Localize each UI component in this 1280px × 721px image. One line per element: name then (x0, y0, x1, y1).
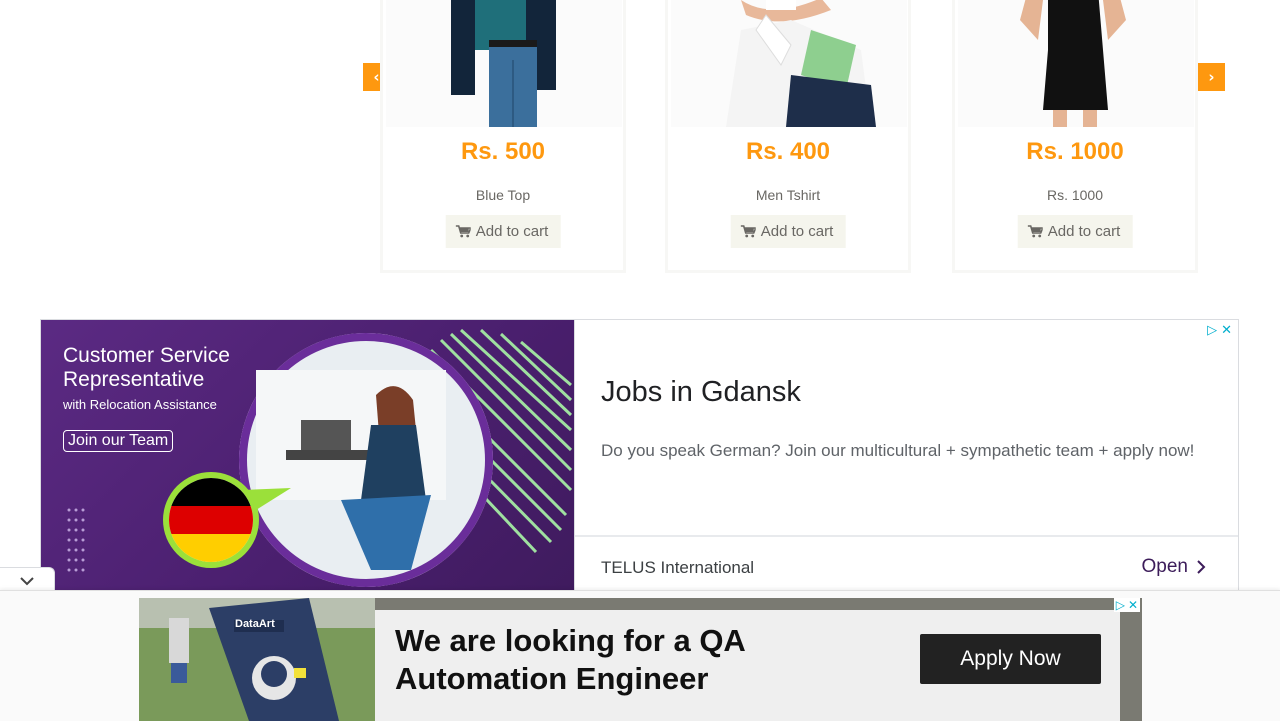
product-price: Rs. 500 (460, 138, 546, 165)
apply-now-button[interactable]: Apply Now (920, 634, 1101, 684)
add-to-cart-button[interactable]: Add to cart (445, 215, 561, 248)
adchoices-play-icon[interactable]: ▷ (1116, 598, 1125, 612)
product-image (958, 0, 1194, 127)
product-price: Rs. 400 (745, 138, 831, 165)
product-name: Rs. 1000 (1046, 187, 1104, 203)
ad-message-panel[interactable]: We are looking for a QA Automation Engin… (375, 610, 1120, 721)
divider (575, 535, 1238, 537)
ad-photo[interactable]: DataArt (139, 598, 375, 721)
jobs-ad-banner[interactable]: Customer Service Representative with Rel… (40, 319, 1239, 591)
chevron-left-icon: ‹ (373, 68, 380, 86)
chevron-right-icon: › (1208, 68, 1215, 86)
product-image (671, 0, 907, 127)
ad-text-panel[interactable]: ▷ ✕ Jobs in Gdansk Do you speak German? … (574, 320, 1238, 590)
adchoices-controls[interactable]: ▷ ✕ (1113, 598, 1140, 612)
adchoices-controls[interactable]: ▷ ✕ (1207, 322, 1232, 338)
product-name: Men Tshirt (755, 187, 821, 203)
add-to-cart-button[interactable]: Add to cart (730, 215, 846, 248)
chevron-down-icon (20, 577, 34, 586)
close-ad-icon[interactable]: ✕ (1128, 598, 1138, 612)
ad-image[interactable]: Customer Service Representative with Rel… (41, 320, 574, 590)
carousel-next-button[interactable]: › (1198, 63, 1225, 91)
ad-body: Do you speak German? Join our multicultu… (601, 441, 1195, 460)
ad-photo-brand: DataArt (235, 618, 275, 630)
product-card: Rs. 1000 Rs. 1000 Add to cart (952, 0, 1198, 273)
product-name: Blue Top (475, 187, 531, 203)
ad-image-title: Customer Service Representative (63, 344, 230, 391)
product-price: Rs. 1000 (1026, 138, 1124, 165)
open-ad-button[interactable]: Open (1142, 556, 1206, 578)
product-card: Rs. 400 Men Tshirt Add to cart (665, 0, 911, 273)
add-to-cart-button[interactable]: Add to cart (1017, 215, 1133, 248)
anchor-ad-container: DataArt We are looking for a QA Automati… (0, 590, 1280, 721)
product-card: Rs. 500 Blue Top Add to cart (380, 0, 626, 273)
shopping-cart-icon (1027, 225, 1043, 238)
join-our-team-button[interactable]: Join our Team (63, 430, 174, 452)
shopping-cart-icon (455, 225, 471, 238)
ad-image-subtitle: with Relocation Assistance (63, 397, 217, 412)
shopping-cart-icon (740, 225, 756, 238)
recommended-items-carousel: ‹ Rs. 500 Blue Top Add to cart Rs. 400 M… (0, 0, 1280, 300)
ad-headline[interactable]: Jobs in Gdansk (601, 376, 801, 409)
chevron-right-icon (1197, 560, 1206, 574)
ad-advertiser: TELUS International (601, 558, 755, 577)
close-ad-icon[interactable]: ✕ (1221, 322, 1232, 338)
product-image (386, 0, 622, 127)
adchoices-play-icon[interactable]: ▷ (1207, 322, 1217, 338)
ad-message: We are looking for a QA Automation Engin… (395, 623, 745, 696)
qa-engineer-ad[interactable]: DataArt We are looking for a QA Automati… (139, 598, 1142, 721)
